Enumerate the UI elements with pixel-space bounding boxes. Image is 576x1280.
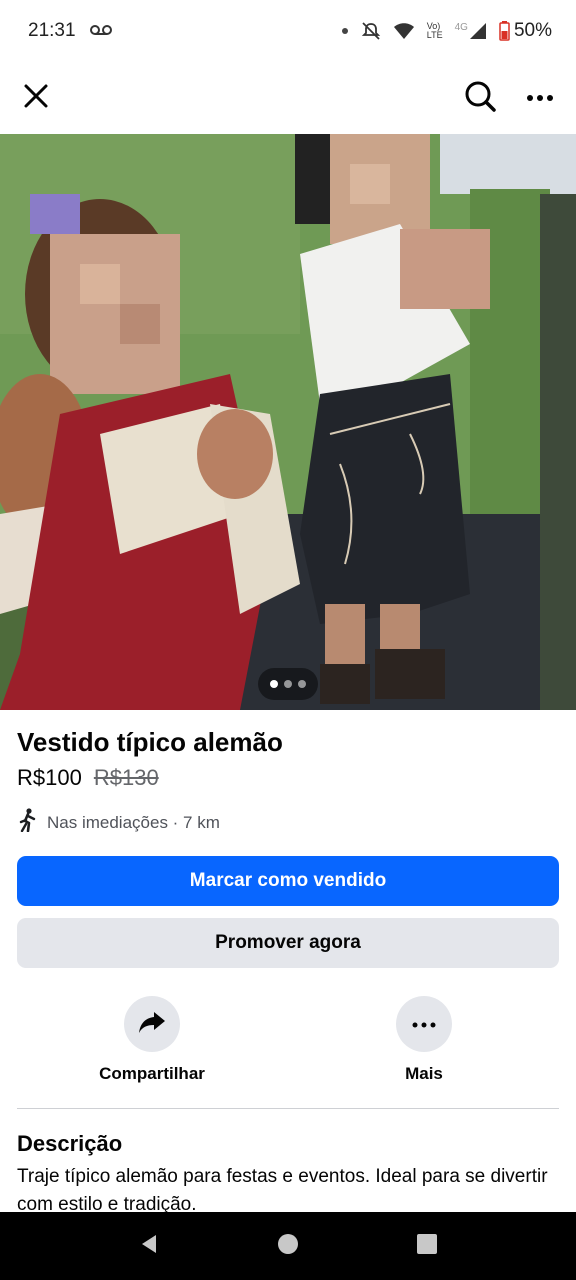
description-text: Traje típico alemão para festas e evento…: [17, 1166, 548, 1215]
pager-dot: [298, 680, 306, 688]
home-icon: [277, 1233, 299, 1260]
mark-as-sold-button[interactable]: Marcar como vendido: [17, 856, 559, 906]
description-heading: Descrição: [17, 1131, 123, 1156]
recents-icon: [416, 1233, 438, 1260]
listing-price: R$100: [17, 765, 82, 790]
close-button[interactable]: [18, 80, 54, 116]
walking-icon: [17, 808, 39, 837]
home-button[interactable]: [277, 1233, 299, 1260]
voicemail-icon: [89, 20, 112, 42]
more-label: Mais: [405, 1064, 443, 1083]
share-label: Compartilhar: [99, 1064, 205, 1083]
more-options-button[interactable]: [522, 80, 558, 116]
search-button[interactable]: [462, 80, 498, 116]
system-nav-bar: [0, 1212, 576, 1280]
share-action[interactable]: Compartilhar: [62, 996, 242, 1084]
more-action[interactable]: Mais: [334, 996, 514, 1084]
divider: [17, 1108, 559, 1109]
more-icon: [526, 89, 554, 107]
photo-illustration: [0, 134, 576, 710]
wifi-icon: [393, 22, 415, 40]
more-button[interactable]: [396, 996, 452, 1052]
signal-icon: 4G: [455, 22, 487, 40]
top-nav: [0, 62, 576, 134]
location-row: Nas imediações · 7 km: [17, 808, 220, 837]
pager-dot-active: [270, 680, 278, 688]
volte-indicator: Vo) LTE: [426, 21, 443, 40]
mute-icon: [361, 21, 381, 41]
battery-icon: [499, 21, 510, 41]
listing-old-price: R$130: [93, 765, 159, 790]
promote-now-button[interactable]: Promover agora: [17, 918, 559, 968]
share-button[interactable]: [124, 996, 180, 1052]
pager-dot: [284, 680, 292, 688]
close-icon: [23, 83, 49, 114]
search-icon: [464, 80, 496, 117]
gallery-pager[interactable]: [258, 668, 318, 700]
price-row: R$100 R$130: [17, 765, 159, 791]
more-dots-icon: [412, 1015, 436, 1033]
status-bar: 21:31 Vo) LTE 4G 50%: [0, 0, 576, 62]
back-button[interactable]: [138, 1233, 160, 1260]
share-icon: [138, 1010, 166, 1039]
dot-icon: [341, 27, 349, 35]
location-text: Nas imediações · 7 km: [47, 812, 220, 832]
status-time: 21:31: [28, 20, 76, 41]
listing-photo[interactable]: [0, 134, 576, 710]
back-icon: [138, 1233, 160, 1260]
battery-level: 50%: [513, 20, 552, 41]
listing-title: Vestido típico alemão: [17, 727, 283, 757]
recents-button[interactable]: [416, 1233, 438, 1260]
